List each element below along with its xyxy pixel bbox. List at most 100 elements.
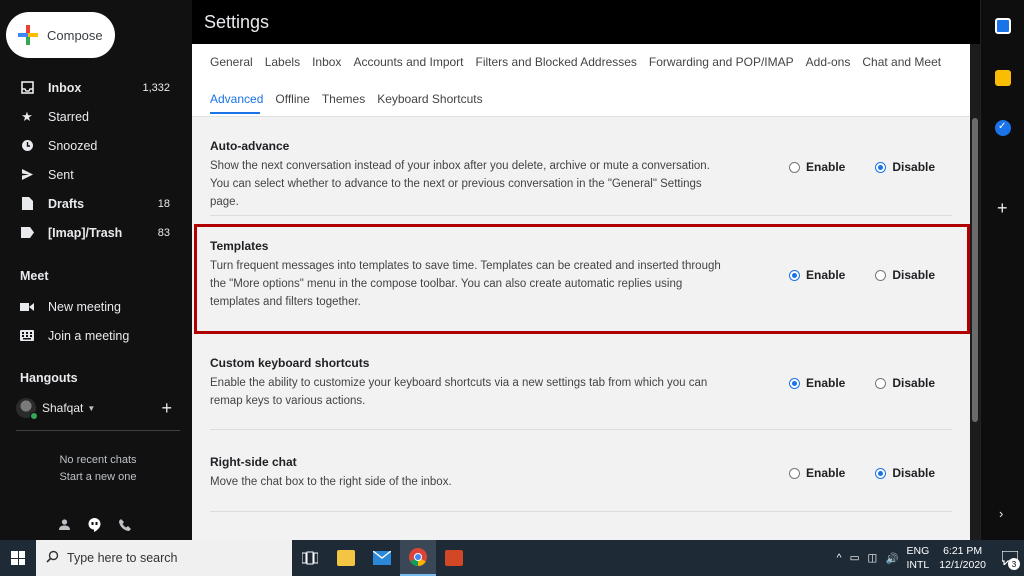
tab-labels[interactable]: Labels <box>265 55 300 69</box>
network-icon[interactable]: ◫ <box>868 552 878 564</box>
add-chat-icon[interactable]: + <box>161 398 172 419</box>
active-tab-indicator <box>210 112 260 114</box>
nav-item-sent[interactable]: Sent <box>0 160 192 189</box>
draft-icon <box>20 197 34 211</box>
auto-advance-disable-option[interactable]: Disable <box>875 160 935 174</box>
online-status-icon <box>30 412 38 420</box>
setting-description: Move the chat box to the right side of t… <box>210 476 452 488</box>
tab-inbox[interactable]: Inbox <box>312 55 341 69</box>
calendar-icon[interactable] <box>995 18 1011 34</box>
radio-button[interactable] <box>789 377 800 389</box>
option-label: Disable <box>892 466 936 480</box>
tab-chat-and-meet[interactable]: Chat and Meet <box>862 55 941 69</box>
radio-button[interactable] <box>789 161 800 173</box>
hangouts-title: Hangouts <box>20 371 78 385</box>
page-title: Settings <box>204 12 270 32</box>
custom-shortcuts-disable-option[interactable]: Disable <box>875 376 935 390</box>
tasks-icon[interactable] <box>995 120 1011 136</box>
send-icon <box>20 168 34 182</box>
keep-icon[interactable] <box>995 70 1011 86</box>
nav-item-drafts[interactable]: Drafts 18 <box>0 189 192 218</box>
tab-keyboard-shortcuts[interactable]: Keyboard Shortcuts <box>377 92 482 106</box>
hangouts-bottom-bar <box>50 516 140 536</box>
nav-item-starred[interactable]: ★ Starred <box>0 102 192 131</box>
tab-offline[interactable]: Offline <box>275 92 309 106</box>
nav-count: 18 <box>157 197 170 210</box>
chrome-icon[interactable] <box>400 540 436 576</box>
tab-filters[interactable]: Filters and Blocked Addresses <box>476 55 637 69</box>
tab-accounts-and-import[interactable]: Accounts and Import <box>353 55 463 69</box>
right-side-chat-disable-option[interactable]: Disable <box>875 466 935 480</box>
tab-general[interactable]: General <box>210 55 253 69</box>
taskbar-search-box[interactable]: Type here to search <box>36 540 292 576</box>
radio-button[interactable] <box>875 467 887 479</box>
search-icon <box>46 550 59 566</box>
settings-panel: General Labels Inbox Accounts and Import… <box>192 44 970 540</box>
hangouts-chat-icon[interactable] <box>88 517 101 535</box>
chevron-up-icon[interactable]: ^ <box>837 552 842 564</box>
settings-tabs-row-1: General Labels Inbox Accounts and Import… <box>210 55 953 69</box>
lang-top: ENG <box>906 545 930 557</box>
right-side-chat-options: Enable Disable <box>789 466 965 480</box>
nav-item-inbox[interactable]: Inbox 1,332 <box>0 73 192 102</box>
file-explorer-icon[interactable] <box>328 540 364 576</box>
clock[interactable]: 6:21 PM 12/1/2020 <box>939 544 986 572</box>
nav-count: 1,332 <box>142 81 170 94</box>
nav-label: Inbox <box>48 80 82 95</box>
chevron-down-icon[interactable]: ▼ <box>87 404 95 413</box>
hangouts-user-row[interactable]: Shafqat ▼ + <box>16 396 180 420</box>
notification-icon[interactable]: 3 <box>996 540 1024 576</box>
nav-item-snoozed[interactable]: Snoozed <box>0 131 192 160</box>
custom-shortcuts-options: Enable Disable <box>789 376 965 390</box>
add-addon-icon[interactable]: + <box>997 198 1008 219</box>
templates-highlight-box <box>194 224 970 334</box>
volume-icon[interactable]: 🔊 <box>885 552 898 565</box>
tab-themes[interactable]: Themes <box>322 92 365 106</box>
video-camera-icon <box>20 300 34 314</box>
radio-button[interactable] <box>875 161 887 173</box>
powerpoint-icon[interactable] <box>436 540 472 576</box>
settings-tabs-row-2: Advanced Offline Themes Keyboard Shortcu… <box>210 92 495 106</box>
radio-button[interactable] <box>875 377 887 389</box>
divider <box>210 429 952 430</box>
phone-icon[interactable] <box>119 518 131 534</box>
setting-name: Auto-advance <box>210 139 290 153</box>
battery-icon[interactable]: ▭ <box>850 552 860 564</box>
hangouts-user-name: Shafqat <box>42 401 84 415</box>
nav-label: New meeting <box>48 299 121 314</box>
nav-label: Drafts <box>48 196 85 211</box>
chevron-right-icon[interactable]: › <box>999 506 1003 521</box>
compose-button[interactable]: Compose <box>6 12 115 58</box>
clock-time: 6:21 PM <box>943 545 983 557</box>
language-indicator[interactable]: ENG INTL <box>907 544 930 572</box>
tab-advanced[interactable]: Advanced <box>210 92 263 106</box>
tab-forwarding[interactable]: Forwarding and POP/IMAP <box>649 55 794 69</box>
right-side-chat-enable-option[interactable]: Enable <box>789 466 845 480</box>
compose-label: Compose <box>47 27 103 43</box>
tab-add-ons[interactable]: Add-ons <box>806 55 851 69</box>
person-icon[interactable] <box>59 519 70 533</box>
option-label: Disable <box>892 160 936 174</box>
label-icon <box>20 226 34 240</box>
notification-badge: 3 <box>1008 558 1020 570</box>
option-label: Enable <box>806 376 846 390</box>
radio-button[interactable] <box>789 467 800 479</box>
windows-logo-icon <box>11 551 25 565</box>
no-recent-chats-text: No recent chats <box>59 454 137 466</box>
nav-label: Join a meeting <box>48 328 130 343</box>
inbox-icon <box>20 81 34 95</box>
start-new-chat-link[interactable]: Start a new one <box>0 471 196 483</box>
system-tray: ^ ▭ ◫ 🔊 ENG INTL 6:21 PM 12/1/2020 3 <box>837 540 1024 576</box>
scrollbar-thumb[interactable] <box>972 118 978 422</box>
task-view-icon[interactable] <box>292 540 328 576</box>
start-button[interactable] <box>0 540 36 576</box>
custom-shortcuts-enable-option[interactable]: Enable <box>789 376 845 390</box>
left-sidebar: Compose Inbox 1,332 ★ Starred Snoozed Se… <box>0 0 192 540</box>
search-placeholder: Type here to search <box>67 551 178 565</box>
auto-advance-enable-option[interactable]: Enable <box>789 160 845 174</box>
clock-date: 12/1/2020 <box>939 559 986 571</box>
mail-icon[interactable] <box>364 540 400 576</box>
nav-item-trash[interactable]: [Imap]/Trash 83 <box>0 218 192 247</box>
new-meeting-link[interactable]: New meeting <box>0 292 192 321</box>
join-meeting-link[interactable]: Join a meeting <box>0 321 192 350</box>
